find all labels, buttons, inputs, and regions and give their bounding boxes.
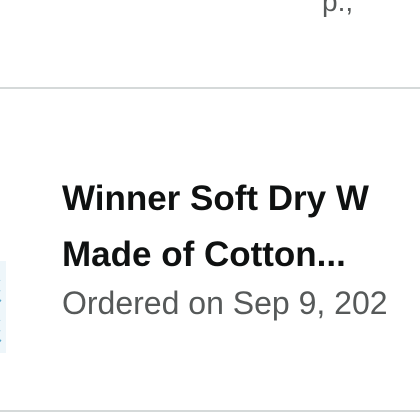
order-item-card[interactable]: Winner Soft Dry W Made of Cotton... Orde…	[0, 89, 420, 410]
product-title[interactable]: Winner Soft Dry W Made of Cotton...	[62, 171, 420, 283]
product-title-line-2: Made of Cotton...	[62, 235, 346, 274]
product-thumbnail[interactable]	[0, 261, 6, 353]
product-title-line-1: Winner Soft Dry W	[62, 179, 369, 218]
previous-order-text: p.,	[322, 0, 354, 17]
order-list-screen: p., Winner Soft Dry W Made of Cotton... …	[0, 0, 420, 420]
previous-order-card[interactable]: p.,	[0, 0, 420, 88]
card-divider	[0, 410, 420, 412]
order-date: Ordered on Sep 9, 202	[62, 285, 388, 321]
